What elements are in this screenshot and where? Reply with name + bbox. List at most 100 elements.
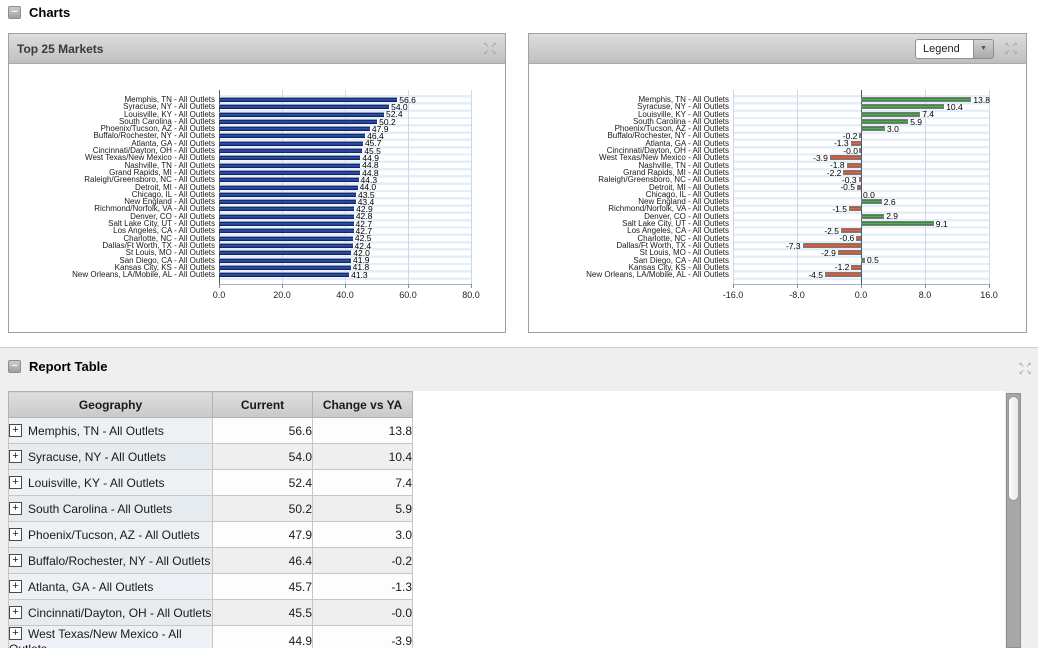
resize-arrows-icon[interactable]: ↖ ↗ ↙ ↘ — [483, 42, 497, 56]
bar[interactable] — [859, 177, 861, 182]
bar[interactable] — [847, 163, 861, 168]
chart-row: West Texas/New Mexico - All Outlets-3.9 — [531, 154, 989, 161]
geography-label: Cincinnati/Dayton, OH - All Outlets — [28, 606, 211, 620]
report-table-container: Geography Current Change vs YA +Memphis,… — [8, 391, 1005, 648]
collapse-report-icon[interactable]: − — [8, 360, 21, 373]
bar[interactable] — [219, 170, 360, 175]
chart-row: Salt Lake City, UT - All Outlets9.1 — [531, 220, 989, 227]
bar-track: 42.7 — [219, 227, 471, 234]
expand-row-icon[interactable]: + — [9, 554, 22, 567]
chart-row: Buffalo/Rochester, NY - All Outlets46.4 — [11, 132, 471, 139]
vertical-scrollbar[interactable] — [1006, 393, 1021, 648]
scrollbar-thumb[interactable] — [1008, 396, 1019, 501]
bar-track: 44.0 — [219, 184, 471, 191]
geography-label: West Texas/New Mexico - All Outlets — [9, 627, 182, 648]
bar[interactable] — [219, 133, 365, 138]
bar[interactable] — [219, 163, 360, 168]
expand-row-icon[interactable]: + — [9, 450, 22, 463]
bar[interactable] — [219, 272, 349, 277]
arrow-nw-icon: ↖ — [483, 42, 490, 49]
chart-row: Nashville, TN - All Outlets-1.8 — [531, 162, 989, 169]
bar[interactable] — [849, 206, 861, 211]
expand-row-icon[interactable]: + — [9, 627, 22, 640]
axis-tick-label: 40.0 — [336, 290, 354, 300]
chart-row: New Orleans, LA/Mobile, AL - All Outlets… — [11, 271, 471, 278]
bar[interactable] — [219, 243, 353, 248]
resize-arrows-icon[interactable]: ↖ ↗ ↙ ↘ — [1004, 42, 1018, 56]
arrow-ne-icon: ↗ — [1025, 362, 1032, 369]
arrow-nw-icon: ↖ — [1004, 42, 1011, 49]
category-label: New Orleans, LA/Mobile, AL - All Outlets — [531, 271, 733, 278]
bar[interactable] — [219, 104, 389, 109]
chart-row: Charlotte, NC - All Outlets42.5 — [11, 235, 471, 242]
bar[interactable] — [825, 272, 861, 277]
bar[interactable] — [857, 185, 861, 190]
bar[interactable] — [861, 199, 882, 204]
bar[interactable] — [219, 250, 351, 255]
charts-section-header: − Charts — [0, 0, 1038, 24]
bar[interactable] — [851, 265, 861, 270]
current-value: 52.4 — [213, 470, 313, 496]
column-header-current[interactable]: Current — [213, 392, 313, 418]
arrow-ne-icon: ↗ — [490, 42, 497, 49]
column-header-change[interactable]: Change vs YA — [313, 392, 413, 418]
bar[interactable] — [219, 192, 356, 197]
bar[interactable] — [861, 258, 865, 263]
bar-track: -7.3 — [733, 242, 989, 249]
bar[interactable] — [219, 126, 370, 131]
bar[interactable] — [219, 185, 358, 190]
bar[interactable] — [219, 265, 351, 270]
chart-row: New England - All Outlets43.4 — [11, 198, 471, 205]
chart-row: West Texas/New Mexico - All Outlets44.9 — [11, 154, 471, 161]
bar[interactable] — [219, 119, 377, 124]
expand-row-icon[interactable]: + — [9, 606, 22, 619]
bar[interactable] — [838, 250, 861, 255]
bar[interactable] — [861, 214, 884, 219]
expand-row-icon[interactable]: + — [9, 580, 22, 593]
bar[interactable] — [219, 177, 359, 182]
bar[interactable] — [219, 155, 360, 160]
chart-row: San Diego, CA - All Outlets0.5 — [531, 257, 989, 264]
legend-dropdown[interactable]: Legend ▼ — [915, 39, 994, 59]
bar[interactable] — [219, 199, 356, 204]
bar[interactable] — [219, 97, 397, 102]
bar[interactable] — [219, 221, 354, 226]
change-value: 3.0 — [313, 522, 413, 548]
bar[interactable] — [219, 228, 354, 233]
bar[interactable] — [859, 148, 861, 153]
bar-track: 41.3 — [219, 271, 471, 278]
bar-track: 5.9 — [733, 118, 989, 125]
column-header-geography[interactable]: Geography — [9, 392, 213, 418]
geography-cell: +Memphis, TN - All Outlets — [9, 418, 213, 444]
collapse-charts-icon[interactable]: − — [8, 6, 21, 19]
axis-tick — [861, 284, 862, 288]
bar-track: 41.9 — [219, 257, 471, 264]
dropdown-arrow-icon[interactable]: ▼ — [973, 39, 994, 59]
bar[interactable] — [219, 141, 363, 146]
bar[interactable] — [861, 221, 934, 226]
bar[interactable] — [856, 236, 861, 241]
expand-row-icon[interactable]: + — [9, 476, 22, 489]
table-row: +Louisville, KY - All Outlets52.47.4 — [9, 470, 413, 496]
expand-row-icon[interactable]: + — [9, 528, 22, 541]
axis-tick-label: -16.0 — [723, 290, 744, 300]
bar[interactable] — [219, 214, 354, 219]
bar-track: 42.9 — [219, 205, 471, 212]
bar[interactable] — [219, 148, 362, 153]
bar[interactable] — [861, 126, 885, 131]
bar-track: 44.8 — [219, 169, 471, 176]
chart-row: Atlanta, GA - All Outlets45.7 — [11, 140, 471, 147]
expand-row-icon[interactable]: + — [9, 502, 22, 515]
axis-tick-label: 80.0 — [462, 290, 480, 300]
resize-arrows-icon[interactable]: ↖ ↗ ↙ ↘ — [1018, 362, 1032, 376]
bar-track: 41.8 — [219, 264, 471, 271]
bar[interactable] — [861, 119, 908, 124]
bar[interactable] — [859, 133, 861, 138]
bar[interactable] — [219, 112, 384, 117]
bar[interactable] — [219, 206, 354, 211]
bar[interactable] — [219, 258, 351, 263]
geography-cell: +Atlanta, GA - All Outlets — [9, 574, 213, 600]
bar-track: 42.5 — [219, 235, 471, 242]
bar[interactable] — [219, 236, 353, 241]
expand-row-icon[interactable]: + — [9, 424, 22, 437]
